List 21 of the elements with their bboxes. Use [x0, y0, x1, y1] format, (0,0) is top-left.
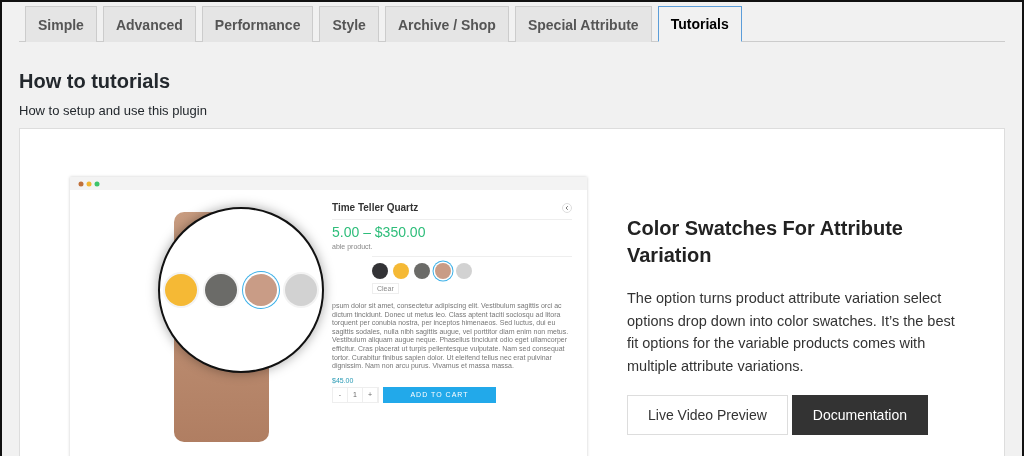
tab[interactable]: Advanced	[102, 6, 196, 42]
documentation-button[interactable]: Documentation	[791, 395, 928, 435]
feature-title: Color Swatches For Attribute Variation	[627, 216, 904, 268]
tab[interactable]: Style	[319, 6, 379, 42]
section-title: How to tutorials	[19, 70, 172, 93]
color-swatch[interactable]	[456, 263, 472, 279]
section-subtitle: How to setup and use this plugin	[19, 103, 208, 118]
color-swatch[interactable]	[435, 263, 451, 279]
tab[interactable]: Archive / Shop	[384, 6, 509, 42]
color-swatch[interactable]	[393, 263, 409, 279]
tab[interactable]: Performance	[201, 6, 314, 42]
price-range: 5.00 – $350.00	[332, 224, 427, 240]
tab[interactable]: Tutorials	[657, 6, 742, 42]
tab[interactable]: Special Attribute	[514, 6, 652, 42]
feature-description: The option turns product attribute variation select options drop down into color swatches. It’s the best fit options for the variable products comes with multiple attribute variations.	[627, 289, 956, 376]
color-swatch[interactable]	[372, 263, 388, 279]
product-title: Time Teller Quartz	[332, 202, 419, 213]
preview-button[interactable]: Live Video Preview	[627, 395, 788, 435]
tab[interactable]: Simple	[25, 6, 97, 42]
color-swatch[interactable]	[414, 263, 430, 279]
chevron-left-icon[interactable]	[562, 202, 572, 213]
